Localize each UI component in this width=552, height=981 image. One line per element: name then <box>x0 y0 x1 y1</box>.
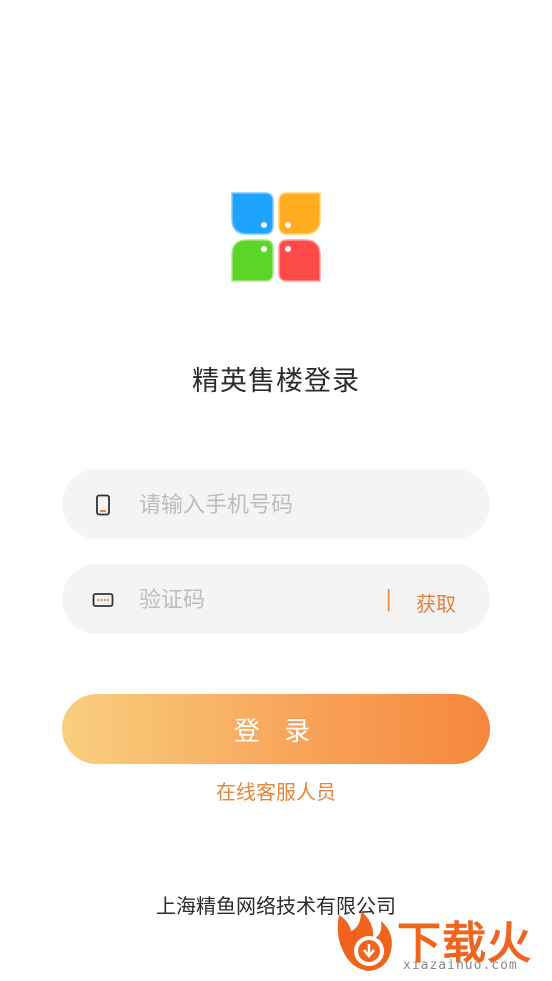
get-code-button[interactable]: 获取 <box>416 588 456 617</box>
flame-download-icon <box>337 911 392 971</box>
phone-input[interactable] <box>137 469 371 541</box>
verification-code-input[interactable] <box>137 564 361 636</box>
password-dots-icon <box>92 593 114 607</box>
verification-code-field[interactable]: | 获取 <box>62 564 490 636</box>
field-separator: | <box>385 587 393 612</box>
phone-icon <box>96 494 110 516</box>
online-support-link[interactable]: 在线客服人员 <box>0 776 552 805</box>
phone-field[interactable] <box>62 469 490 541</box>
page-title: 精英售楼登录 <box>192 366 360 397</box>
login-button[interactable]: 登 录 <box>62 694 490 764</box>
watermark-url: xiazaihuo.com <box>403 958 518 973</box>
app-logo-icon <box>231 192 321 282</box>
watermark: 下载火 xiazaihuo.com <box>325 905 547 977</box>
